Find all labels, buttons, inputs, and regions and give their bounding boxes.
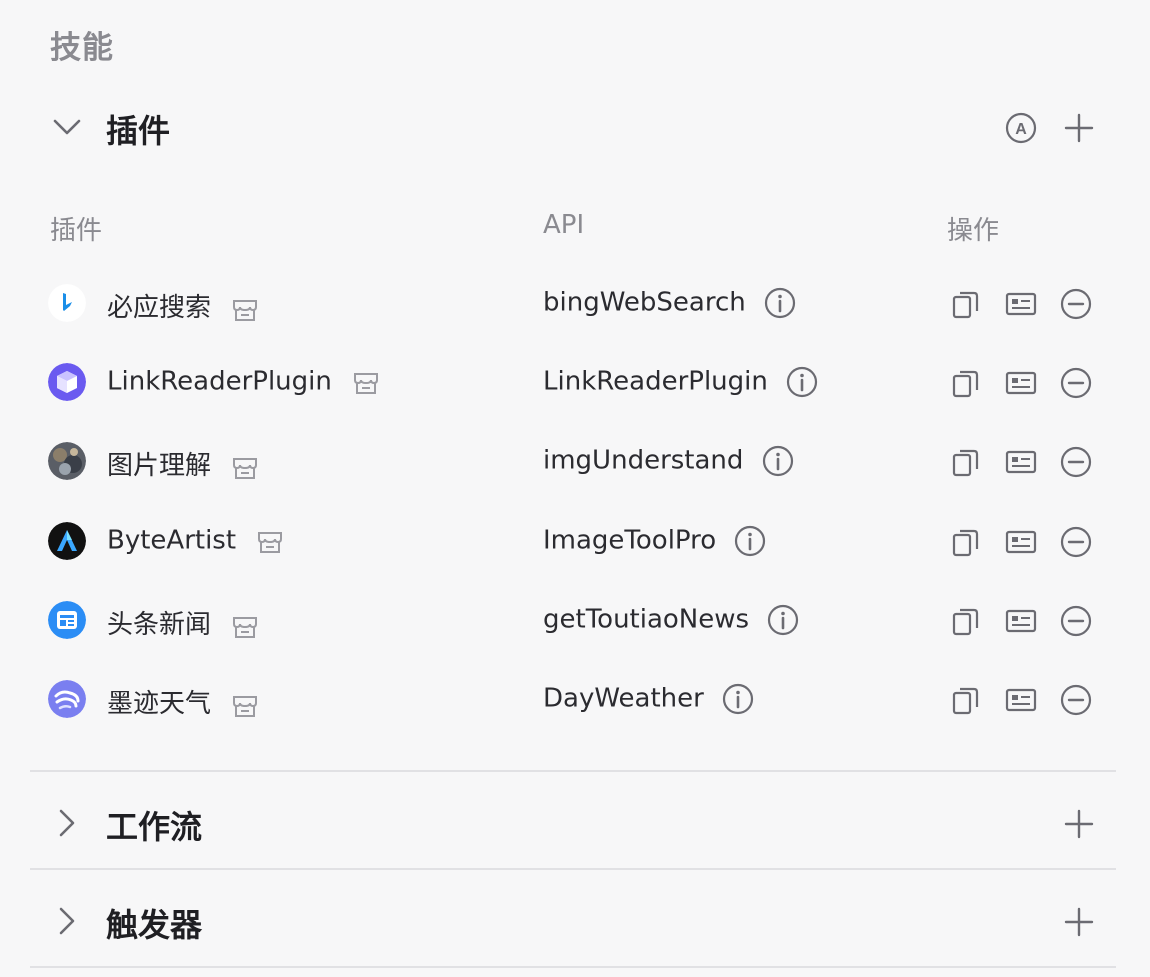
info-icon[interactable] xyxy=(762,445,794,477)
svg-text:A: A xyxy=(1015,121,1027,138)
trigger-group-header[interactable]: 触发器 xyxy=(0,892,1150,952)
plugin-api: ImageToolPro xyxy=(543,525,717,556)
column-header-plugin: 插件 xyxy=(50,216,103,246)
plugins-group-title: 插件 xyxy=(106,112,171,150)
plugins-group-header[interactable]: 插件 A xyxy=(0,98,1150,158)
column-header-actions: 操作 xyxy=(947,216,1000,246)
copy-icon[interactable] xyxy=(950,684,982,716)
cube-logo-icon xyxy=(48,363,86,401)
workflow-group-header[interactable]: 工作流 xyxy=(0,794,1150,854)
photo-thumbnail-icon xyxy=(48,442,86,480)
store-icon[interactable] xyxy=(229,293,261,325)
copy-icon[interactable] xyxy=(950,605,982,637)
remove-icon[interactable] xyxy=(1060,605,1092,637)
section-title: 技能 xyxy=(50,30,114,66)
plugin-name: 头条新闻 xyxy=(107,610,212,640)
plus-icon[interactable] xyxy=(1063,906,1095,938)
plugin-name: LinkReaderPlugin xyxy=(107,366,332,397)
divider xyxy=(30,868,1116,870)
card-icon[interactable] xyxy=(1005,288,1037,320)
remove-icon[interactable] xyxy=(1060,288,1092,320)
info-icon[interactable] xyxy=(722,683,754,715)
plugin-api: LinkReaderPlugin xyxy=(543,366,768,397)
copy-icon[interactable] xyxy=(950,526,982,558)
plugin-api: imgUnderstand xyxy=(543,445,744,476)
info-icon[interactable] xyxy=(786,366,818,398)
divider xyxy=(30,966,1116,968)
store-icon[interactable] xyxy=(229,610,261,642)
auto-icon[interactable]: A xyxy=(1005,112,1037,144)
byteartist-logo-icon xyxy=(48,522,86,560)
column-header-api: API xyxy=(543,210,585,240)
workflow-group-title: 工作流 xyxy=(106,808,203,846)
plugin-name: 图片理解 xyxy=(107,451,212,481)
plugin-row: 必应搜索 bingWebSearch xyxy=(0,279,1150,329)
plus-icon[interactable] xyxy=(1063,808,1095,840)
plugin-name: 墨迹天气 xyxy=(107,689,212,719)
remove-icon[interactable] xyxy=(1060,684,1092,716)
chevron-right-icon[interactable] xyxy=(52,906,82,936)
plus-icon[interactable] xyxy=(1063,112,1095,144)
plugin-name: 必应搜索 xyxy=(107,293,212,323)
plugin-name: ByteArtist xyxy=(107,525,237,556)
card-icon[interactable] xyxy=(1005,446,1037,478)
info-icon[interactable] xyxy=(734,525,766,557)
bing-logo-icon xyxy=(48,284,86,322)
remove-icon[interactable] xyxy=(1060,446,1092,478)
plugin-row: LinkReaderPlugin LinkReaderPlugin xyxy=(0,358,1150,408)
chevron-right-icon[interactable] xyxy=(52,808,82,838)
plugin-row: 图片理解 imgUnderstand xyxy=(0,437,1150,487)
remove-icon[interactable] xyxy=(1060,526,1092,558)
card-icon[interactable] xyxy=(1005,526,1037,558)
plugin-api: DayWeather xyxy=(543,683,704,714)
store-icon[interactable] xyxy=(229,451,261,483)
card-icon[interactable] xyxy=(1005,367,1037,399)
plugin-api: bingWebSearch xyxy=(543,287,746,318)
store-icon[interactable] xyxy=(350,366,382,398)
copy-icon[interactable] xyxy=(950,367,982,399)
trigger-group-title: 触发器 xyxy=(106,906,203,944)
copy-icon[interactable] xyxy=(950,446,982,478)
moji-weather-logo-icon xyxy=(48,680,86,718)
card-icon[interactable] xyxy=(1005,605,1037,637)
info-icon[interactable] xyxy=(767,604,799,636)
copy-icon[interactable] xyxy=(950,288,982,320)
plugin-row: ByteArtist ImageToolPro xyxy=(0,517,1150,567)
card-icon[interactable] xyxy=(1005,684,1037,716)
toutiao-logo-icon xyxy=(48,601,86,639)
store-icon[interactable] xyxy=(229,689,261,721)
plugin-row: 头条新闻 getToutiaoNews xyxy=(0,596,1150,646)
chevron-down-icon[interactable] xyxy=(52,112,82,142)
info-icon[interactable] xyxy=(764,287,796,319)
plugin-api: getToutiaoNews xyxy=(543,604,750,635)
remove-icon[interactable] xyxy=(1060,367,1092,399)
store-icon[interactable] xyxy=(254,525,286,557)
divider xyxy=(30,770,1116,772)
plugin-row: 墨迹天气 DayWeather xyxy=(0,675,1150,725)
